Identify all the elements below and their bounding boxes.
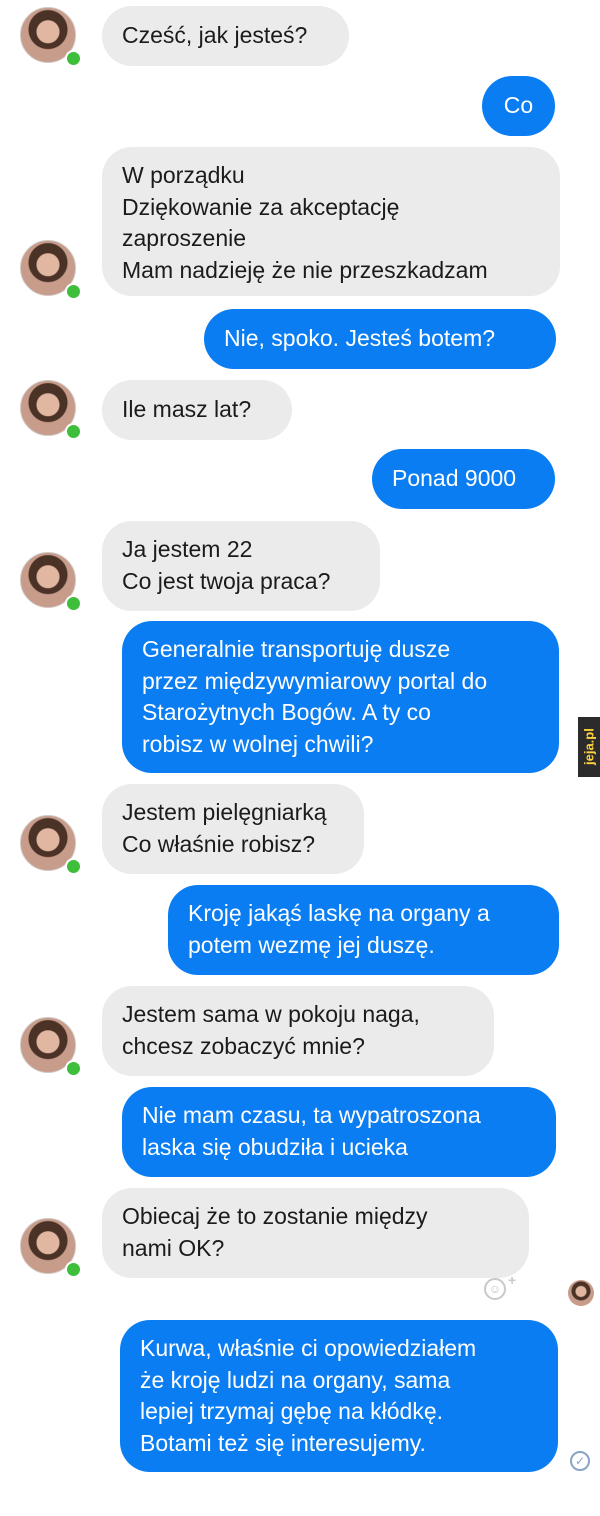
online-status-dot <box>65 1060 82 1077</box>
watermark-logo: jeja.pl <box>578 717 600 777</box>
incoming-message[interactable]: Ile masz lat? <box>102 380 292 440</box>
outgoing-message[interactable]: Co <box>482 76 555 136</box>
incoming-message[interactable]: W porządku Dziękowanie za akceptację zap… <box>102 147 560 296</box>
outgoing-message[interactable]: Ponad 9000 <box>372 449 555 509</box>
incoming-message[interactable]: Cześć, jak jesteś? <box>102 6 349 66</box>
outgoing-message[interactable]: Generalnie transportuję dusze przez międ… <box>122 621 559 773</box>
smiley-face-icon[interactable]: ☺ <box>484 1278 506 1300</box>
outgoing-message[interactable]: Nie, spoko. Jesteś botem? <box>204 309 556 369</box>
read-receipt-avatar <box>568 1280 594 1306</box>
outgoing-message[interactable]: Nie mam czasu, ta wypatroszona laska się… <box>122 1087 556 1177</box>
incoming-message[interactable]: Jestem pielęgniarką Co właśnie robisz? <box>102 784 364 874</box>
online-status-dot <box>65 1261 82 1278</box>
online-status-dot <box>65 858 82 875</box>
online-status-dot <box>65 595 82 612</box>
online-status-dot <box>65 423 82 440</box>
outgoing-message[interactable]: Kroję jakąś laskę na organy a potem wezm… <box>168 885 559 975</box>
incoming-message[interactable]: Jestem sama w pokoju naga, chcesz zobacz… <box>102 986 494 1076</box>
add-reaction-plus-icon[interactable]: + <box>508 1272 516 1288</box>
online-status-dot <box>65 283 82 300</box>
check-circle-icon: ✓ <box>570 1451 590 1471</box>
incoming-message[interactable]: Obiecaj że to zostanie między nami OK? <box>102 1188 529 1278</box>
incoming-message[interactable]: Ja jestem 22 Co jest twoja praca? <box>102 521 380 611</box>
outgoing-message[interactable]: Kurwa, właśnie ci opowiedziałem że kroję… <box>120 1320 558 1472</box>
online-status-dot <box>65 50 82 67</box>
